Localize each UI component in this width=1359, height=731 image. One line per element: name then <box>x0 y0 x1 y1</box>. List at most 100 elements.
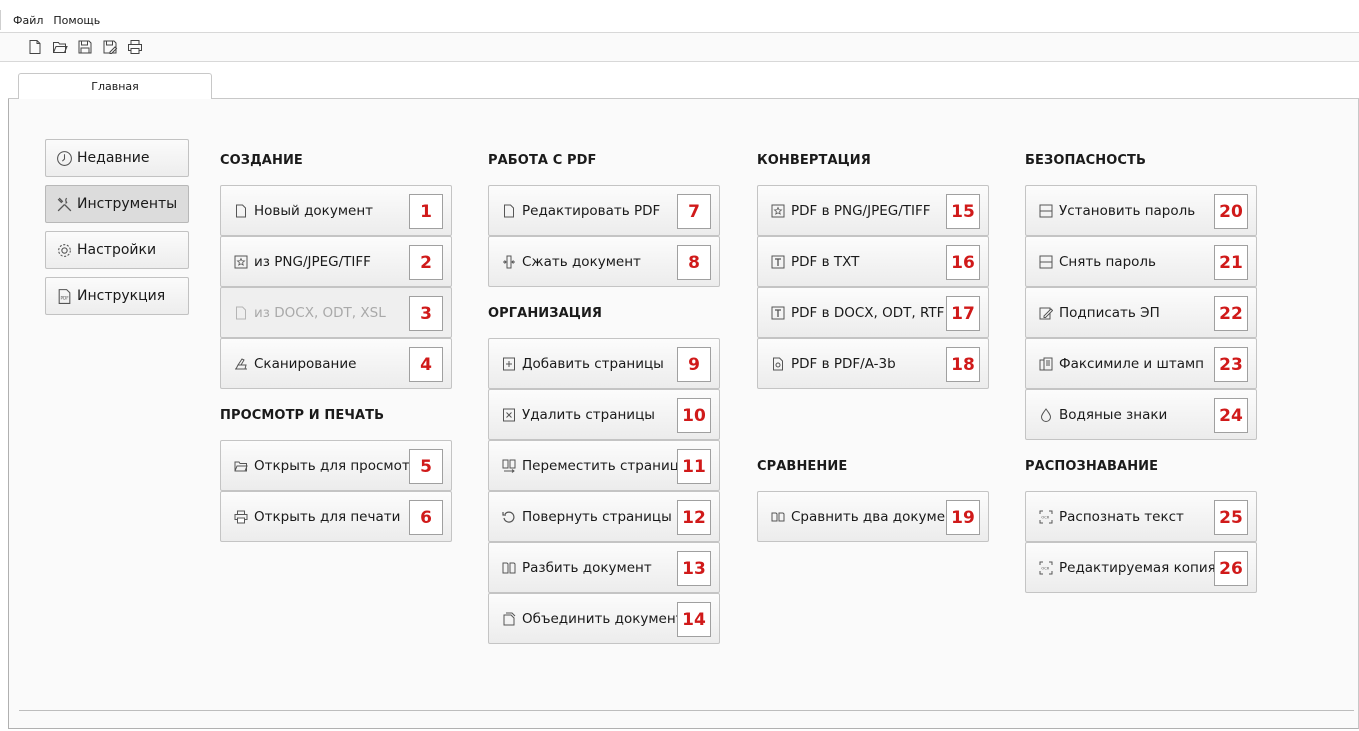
tool-label: Редактируемая копия <box>1059 559 1216 576</box>
delete-page-icon <box>501 407 516 422</box>
tool-label: Объединить документы <box>522 610 695 627</box>
stamp-icon <box>1038 356 1053 371</box>
tool-compare-documents[interactable]: Сравнить два документа 19 <box>757 491 989 542</box>
sidebar-item-manual[interactable]: PDF Инструкция <box>45 277 189 315</box>
tool-number: 7 <box>677 194 711 229</box>
document-icon <box>233 203 248 218</box>
app-window: Файл Помощь Главная Недавние Инструменты <box>0 0 1359 731</box>
image-icon <box>770 203 785 218</box>
tool-label: из PNG/JPEG/TIFF <box>254 253 371 270</box>
tool-scan[interactable]: Сканирование 4 <box>220 338 452 389</box>
tool-sign[interactable]: Подписать ЭП 22 <box>1025 287 1257 338</box>
tool-label: Сравнить два документа <box>791 508 967 525</box>
tool-editable-copy[interactable]: OCR Редактируемая копия 26 <box>1025 542 1257 593</box>
tool-number: 26 <box>1214 551 1248 586</box>
tool-compress[interactable]: Сжать документ 8 <box>488 236 720 287</box>
sidebar-item-label: Недавние <box>77 150 150 166</box>
tool-label: Установить пароль <box>1059 202 1196 219</box>
tool-delete-pages[interactable]: Удалить страницы 10 <box>488 389 720 440</box>
section-title-create: СОЗДАНИЕ <box>220 153 303 168</box>
save-icon[interactable] <box>74 37 95 58</box>
tool-label: Факсимиле и штамп <box>1059 355 1204 372</box>
tool-open-view[interactable]: Открыть для просмотра 5 <box>220 440 452 491</box>
password-icon <box>1038 254 1053 269</box>
print-icon[interactable] <box>124 37 145 58</box>
tool-rotate-pages[interactable]: Повернуть страницы 12 <box>488 491 720 542</box>
tool-recognize-text[interactable]: OCR Распознать текст 25 <box>1025 491 1257 542</box>
scanner-icon <box>233 356 248 371</box>
merge-icon <box>501 611 516 626</box>
tool-new-document[interactable]: Новый документ 1 <box>220 185 452 236</box>
tool-number: 16 <box>946 245 980 280</box>
tool-label: из DOCX, ODT, XSL <box>254 304 386 321</box>
tool-label: Удалить страницы <box>522 406 655 423</box>
tool-pdf-to-image[interactable]: PDF в PNG/JPEG/TIFF 15 <box>757 185 989 236</box>
menu-help[interactable]: Помощь <box>53 14 100 27</box>
tab-main[interactable]: Главная <box>18 73 212 100</box>
sidebar-item-tools[interactable]: Инструменты <box>45 185 189 223</box>
tool-number: 14 <box>677 602 711 637</box>
tool-number: 15 <box>946 194 980 229</box>
section-title-ocr: РАСПОЗНАВАНИЕ <box>1025 459 1159 474</box>
svg-text:OCR: OCR <box>1041 566 1049 570</box>
tool-from-image[interactable]: из PNG/JPEG/TIFF 2 <box>220 236 452 287</box>
tool-watermarks[interactable]: Водяные знаки 24 <box>1025 389 1257 440</box>
tool-number: 10 <box>677 398 711 433</box>
tool-label: Новый документ <box>254 202 374 219</box>
sidebar-item-label: Инструкция <box>77 288 166 304</box>
new-file-icon[interactable] <box>24 37 45 58</box>
tools-icon <box>57 197 72 211</box>
tool-move-pages[interactable]: Переместить страницы 11 <box>488 440 720 491</box>
tool-set-password[interactable]: Установить пароль 20 <box>1025 185 1257 236</box>
tool-from-docx: из DOCX, ODT, XSL 3 <box>220 287 452 338</box>
open-folder-icon[interactable] <box>49 37 70 58</box>
tool-edit-pdf[interactable]: Редактировать PDF 7 <box>488 185 720 236</box>
tool-number: 1 <box>409 194 443 229</box>
section-title-compare: СРАВНЕНИЕ <box>757 459 848 474</box>
move-pages-icon <box>501 458 516 473</box>
document-icon <box>501 203 516 218</box>
section-title-view-print: ПРОСМОТР И ПЕЧАТЬ <box>220 408 385 423</box>
tool-label: Подписать ЭП <box>1059 304 1160 321</box>
tool-merge-documents[interactable]: Объединить документы 14 <box>488 593 720 644</box>
tool-pdf-to-txt[interactable]: PDF в TXT 16 <box>757 236 989 287</box>
tool-label: Открыть для печати <box>254 508 401 525</box>
tool-label: Сжать документ <box>522 253 641 270</box>
compare-icon <box>770 509 785 524</box>
tool-facsimile-stamp[interactable]: Факсимиле и штамп 23 <box>1025 338 1257 389</box>
sidebar-item-label: Настройки <box>77 242 157 258</box>
tool-number: 6 <box>409 500 443 535</box>
menu-bar: Файл Помощь <box>0 10 1359 30</box>
tool-number: 11 <box>677 449 711 484</box>
section-title-security: БЕЗОПАСНОСТЬ <box>1025 153 1147 168</box>
section-title-pdf-work: РАБОТА С PDF <box>488 153 597 168</box>
tool-remove-password[interactable]: Снять пароль 21 <box>1025 236 1257 287</box>
ocr-icon: OCR <box>1038 509 1053 524</box>
pdfa-icon <box>770 356 785 371</box>
tool-open-print[interactable]: Открыть для печати 6 <box>220 491 452 542</box>
tool-label: Распознать текст <box>1059 508 1184 525</box>
tool-label: Снять пароль <box>1059 253 1156 270</box>
toolbar <box>0 32 1359 62</box>
tool-number: 18 <box>946 347 980 382</box>
tool-add-pages[interactable]: Добавить страницы 9 <box>488 338 720 389</box>
tool-number: 2 <box>409 245 443 280</box>
tool-number: 24 <box>1214 398 1248 433</box>
menu-file[interactable]: Файл <box>13 14 43 27</box>
tool-pdf-to-pdfa[interactable]: PDF в PDF/A-3b 18 <box>757 338 989 389</box>
svg-text:OCR: OCR <box>1041 515 1049 519</box>
tool-number: 12 <box>677 500 711 535</box>
print-icon <box>233 509 248 524</box>
save-as-icon[interactable] <box>99 37 120 58</box>
rotate-icon <box>501 509 516 524</box>
tool-label: PDF в DOCX, ODT, RTF <box>791 304 945 321</box>
sidebar-item-settings[interactable]: Настройки <box>45 231 189 269</box>
sidebar-item-recent[interactable]: Недавние <box>45 139 189 177</box>
tool-label: Открыть для просмотра <box>254 457 427 474</box>
ocr-icon: OCR <box>1038 560 1053 575</box>
tool-split-document[interactable]: Разбить документ 13 <box>488 542 720 593</box>
tool-number: 8 <box>677 245 711 280</box>
tool-pdf-to-docx[interactable]: PDF в DOCX, ODT, RTF 17 <box>757 287 989 338</box>
tool-label: Водяные знаки <box>1059 406 1168 423</box>
gear-icon <box>58 243 71 257</box>
